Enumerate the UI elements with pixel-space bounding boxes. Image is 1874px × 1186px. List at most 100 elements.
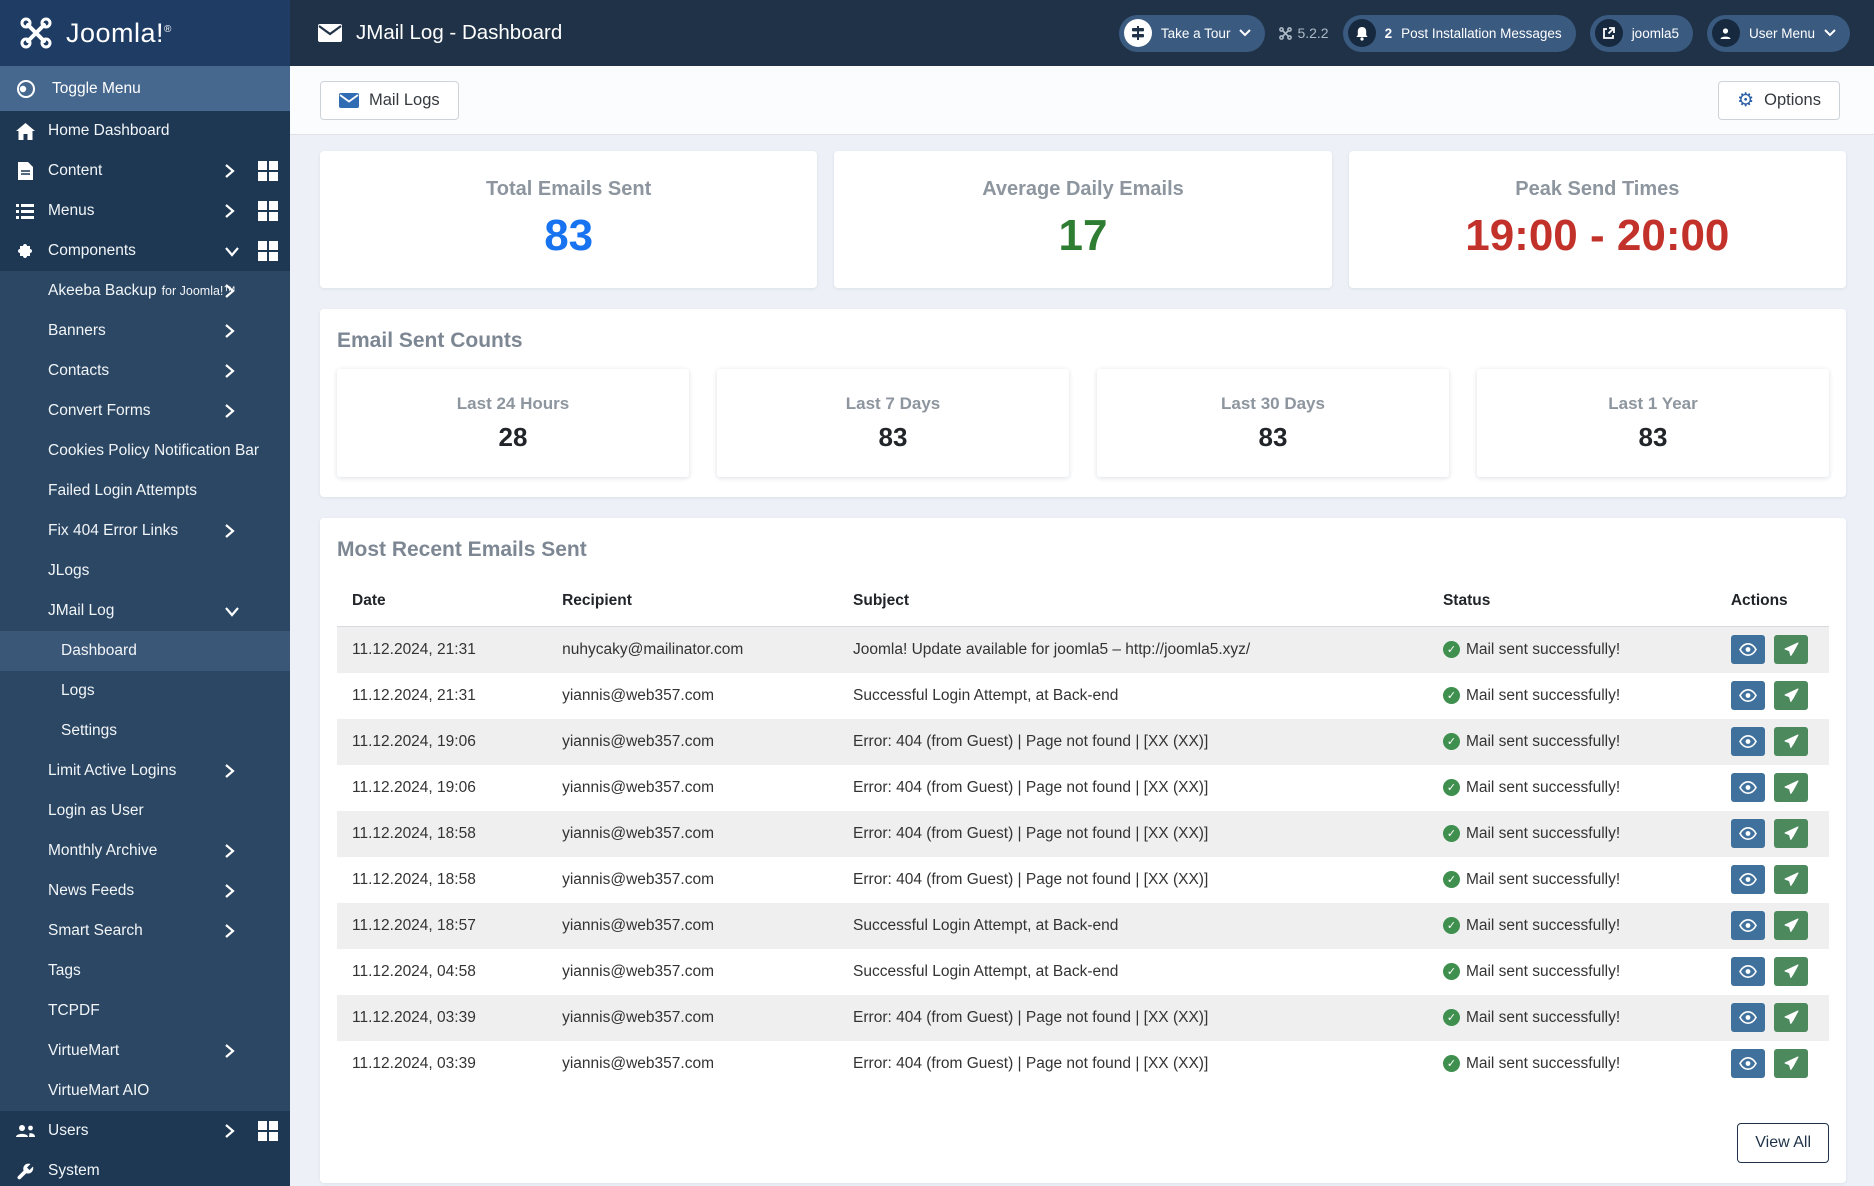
resend-email-button[interactable] xyxy=(1774,773,1809,802)
view-email-button[interactable] xyxy=(1730,911,1765,940)
view-email-button[interactable] xyxy=(1730,957,1765,986)
joomla-logo: Joomla!® xyxy=(0,0,290,66)
paper-plane-icon xyxy=(1784,642,1799,657)
dashboard-grid-icon[interactable] xyxy=(258,1121,278,1141)
sidebar-item-akeeba-backup[interactable]: Akeeba Backup for Joomla!™ xyxy=(0,271,290,311)
sidebar-item-tcpdf[interactable]: TCPDF xyxy=(0,991,290,1031)
components-icon xyxy=(14,242,36,260)
cell-date: 11.12.2024, 19:06 xyxy=(352,732,476,750)
chevron-right-icon xyxy=(224,403,240,419)
cell-status: ✓ Mail sent successfully! xyxy=(1428,903,1716,949)
sidebar-item-label: Components xyxy=(48,242,136,259)
resend-email-button[interactable] xyxy=(1774,635,1809,665)
sidebar-item-label: Dashboard xyxy=(61,642,137,659)
sidebar-item-users[interactable]: Users xyxy=(0,1111,290,1151)
view-email-button[interactable] xyxy=(1730,727,1765,756)
sidebar-item-jlogs[interactable]: JLogs xyxy=(0,551,290,591)
sidebar-item-menus[interactable]: Menus xyxy=(0,191,290,231)
sidebar-item-convert-forms[interactable]: Convert Forms xyxy=(0,391,290,431)
view-all-row: View All xyxy=(337,1122,1829,1163)
sidebar-item-cookies-policy-notification-bar[interactable]: Cookies Policy Notification Bar xyxy=(0,431,290,471)
sidebar-item-label: Users xyxy=(48,1122,89,1139)
sidebar-item-contacts[interactable]: Contacts xyxy=(0,351,290,391)
sidebar-item-failed-login-attempts[interactable]: Failed Login Attempts xyxy=(0,471,290,511)
sidebar-item-virtuemart[interactable]: VirtueMart xyxy=(0,1031,290,1071)
view-email-button[interactable] xyxy=(1730,635,1765,665)
sidebar-item-tags[interactable]: Tags xyxy=(0,951,290,991)
view-email-button[interactable] xyxy=(1730,819,1765,848)
paper-plane-icon xyxy=(1784,872,1799,886)
cell-subject: Joomla! Update available for joomla5 – h… xyxy=(853,640,1251,658)
user-menu-button[interactable]: User Menu xyxy=(1706,14,1850,52)
resend-email-button[interactable] xyxy=(1774,957,1809,986)
resend-email-button[interactable] xyxy=(1774,727,1809,756)
dashboard-grid-icon[interactable] xyxy=(258,201,278,221)
paper-plane-icon xyxy=(1784,688,1799,702)
sidebar-item-label: Tags xyxy=(48,962,81,979)
cell-status: ✓ Mail sent successfully! xyxy=(1428,673,1716,719)
mail-logs-button[interactable]: Mail Logs xyxy=(320,80,459,120)
resend-email-button[interactable] xyxy=(1774,1003,1809,1032)
gear-icon: ⚙ xyxy=(1737,89,1755,111)
view-email-button[interactable] xyxy=(1730,1049,1765,1078)
take-a-tour-button[interactable]: Take a Tour xyxy=(1118,14,1266,52)
view-email-button[interactable] xyxy=(1730,773,1765,802)
view-email-button[interactable] xyxy=(1730,681,1765,710)
sidebar-item-login-as-user[interactable]: Login as User xyxy=(0,791,290,831)
sidebar-item-banners[interactable]: Banners xyxy=(0,311,290,351)
chevron-right-icon xyxy=(224,1123,240,1139)
sidebar-item-label: Limit Active Logins xyxy=(48,762,177,779)
status-text: Mail sent successfully! xyxy=(1465,962,1621,980)
column-header-subject: Subject xyxy=(838,578,1428,627)
options-button[interactable]: ⚙ Options xyxy=(1718,80,1840,120)
view-all-button[interactable]: View All xyxy=(1737,1122,1829,1163)
counts-row: Last 24 Hours 28 Last 7 Days 83 Last 30 … xyxy=(337,369,1829,477)
cell-actions xyxy=(1716,765,1829,811)
view-email-button[interactable] xyxy=(1730,1003,1765,1032)
resend-email-button[interactable] xyxy=(1774,911,1809,940)
post-installation-messages-button[interactable]: 2 Post Installation Messages xyxy=(1342,14,1576,52)
cell-recipient: yiannis@web357.com xyxy=(562,824,714,842)
resend-email-button[interactable] xyxy=(1774,819,1809,848)
stat-value: 17 xyxy=(1058,211,1108,260)
sidebar-item-virtuemart-aio[interactable]: VirtueMart AIO xyxy=(0,1071,290,1111)
toggle-menu-button[interactable]: Toggle Menu xyxy=(0,66,290,111)
stat-card: Total Emails Sent 83 xyxy=(320,151,818,288)
sidebar-item-smart-search[interactable]: Smart Search xyxy=(0,911,290,951)
eye-icon xyxy=(1738,1011,1757,1024)
sidebar-item-dashboard[interactable]: Dashboard xyxy=(0,631,290,671)
sidebar-item-system[interactable]: System xyxy=(0,1151,290,1186)
cell-subject: Successful Login Attempt, at Back-end xyxy=(853,916,1119,934)
sidebar-item-components[interactable]: Components xyxy=(0,231,290,271)
check-circle-icon: ✓ xyxy=(1442,917,1460,934)
sidebar-item-monthly-archive[interactable]: Monthly Archive xyxy=(0,831,290,871)
bell-icon xyxy=(1347,19,1376,47)
sidebar-item-content[interactable]: Content xyxy=(0,151,290,191)
sidebar-item-settings[interactable]: Settings xyxy=(0,711,290,751)
status-text: Mail sent successfully! xyxy=(1465,870,1621,888)
status-text: Mail sent successfully! xyxy=(1465,732,1621,750)
resend-email-button[interactable] xyxy=(1774,865,1809,894)
status-text: Mail sent successfully! xyxy=(1465,640,1621,658)
sidebar-item-limit-active-logins[interactable]: Limit Active Logins xyxy=(0,751,290,791)
recent-emails-table: Date Recipient Subject Status Actions 11.12.… xyxy=(337,578,1829,1087)
sidebar-item-fix-404-error-links[interactable]: Fix 404 Error Links xyxy=(0,511,290,551)
resend-email-button[interactable] xyxy=(1774,1049,1809,1078)
sidebar-item-logs[interactable]: Logs xyxy=(0,671,290,711)
chevron-down-icon xyxy=(224,246,240,257)
chevron-right-icon xyxy=(224,883,240,899)
sidebar-item-news-feeds[interactable]: News Feeds xyxy=(0,871,290,911)
site-preview-button[interactable]: joomla5 xyxy=(1589,14,1693,52)
stat-label: Average Daily Emails xyxy=(982,178,1184,200)
sidebar-item-jmail-log[interactable]: JMail Log xyxy=(0,591,290,631)
dashboard-grid-icon[interactable] xyxy=(258,161,278,181)
check-circle-icon: ✓ xyxy=(1442,963,1460,980)
chevron-down-icon xyxy=(224,606,240,617)
cell-recipient: yiannis@web357.com xyxy=(562,686,714,704)
resend-email-button[interactable] xyxy=(1774,681,1809,710)
dashboard-grid-icon[interactable] xyxy=(258,241,278,261)
cell-subject: Successful Login Attempt, at Back-end xyxy=(853,962,1119,980)
count-value: 83 xyxy=(1258,421,1288,452)
sidebar-item-home-dashboard[interactable]: Home Dashboard xyxy=(0,111,290,151)
view-email-button[interactable] xyxy=(1730,865,1765,894)
